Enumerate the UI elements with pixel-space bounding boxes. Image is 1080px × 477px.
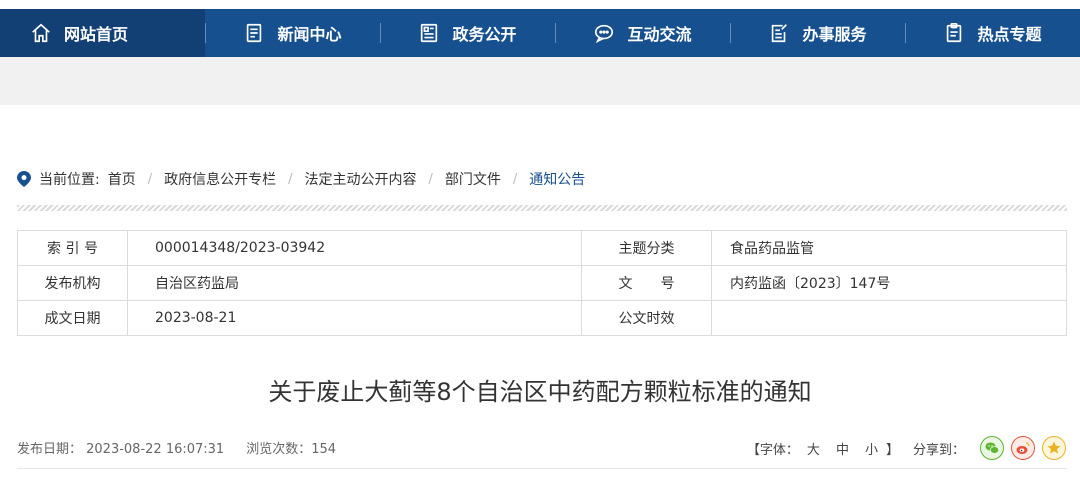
breadcrumb-department-docs[interactable]: 部门文件 <box>445 169 501 189</box>
nav-home[interactable]: 网站首页 <box>0 9 205 57</box>
news-icon <box>243 22 265 44</box>
edit-icon <box>768 22 790 44</box>
publish-date: 发布日期： 2023-08-22 16:07:31 <box>17 442 225 457</box>
publisher-label: 发布机构 <box>17 265 128 301</box>
validity-value <box>711 300 1067 336</box>
home-icon <box>30 22 52 44</box>
qzone-icon[interactable] <box>1042 436 1066 460</box>
breadcrumb-notices[interactable]: 通知公告 <box>529 169 585 189</box>
table-row: 成文日期 2023-08-21 公文时效 <box>17 300 1067 336</box>
nav-services[interactable]: 办事服务 <box>730 9 905 57</box>
nav-label: 热点专题 <box>977 25 1042 44</box>
nav-government-affairs[interactable]: 政务公开 <box>380 9 555 57</box>
font-size-prefix: 【字体： <box>746 442 799 458</box>
breadcrumb-separator: / <box>147 171 153 187</box>
banner-area <box>0 57 1080 105</box>
validity-label: 公文时效 <box>581 300 712 336</box>
written-date-value: 2023-08-21 <box>127 300 582 336</box>
article-tools: 【字体： 大 中 小 】 分享到： <box>747 436 1066 460</box>
divider-line <box>17 468 1067 469</box>
breadcrumb-separator: / <box>512 171 518 187</box>
document-number-label: 文 号 <box>581 265 712 301</box>
nav-label: 网站首页 <box>64 25 129 44</box>
index-number-label: 索 引 号 <box>17 230 128 266</box>
main-nav: 网站首页 新闻中心 政务公开 互动交流 办事服务 热点专题 <box>0 9 1080 57</box>
topic-category-label: 主题分类 <box>581 230 712 266</box>
document-icon <box>418 22 440 44</box>
publisher-value: 自治区药监局 <box>127 265 582 301</box>
weibo-icon[interactable] <box>1011 436 1035 460</box>
document-number-value: 内药监函〔2023〕147号 <box>711 265 1067 301</box>
breadcrumb-separator: / <box>288 171 293 187</box>
breadcrumb: 当前位置: 首页 / 政府信息公开专栏 / 法定主动公开内容 / 部门文件 / … <box>17 168 585 190</box>
wechat-icon[interactable] <box>980 436 1004 460</box>
article-meta: 发布日期： 2023-08-22 16:07:31 浏览次数：154 <box>17 438 336 457</box>
topic-category-value: 食品药品监管 <box>711 230 1067 266</box>
breadcrumb-home[interactable]: 首页 <box>108 169 136 189</box>
nav-label: 新闻中心 <box>277 25 342 44</box>
written-date-label: 成文日期 <box>17 300 128 336</box>
article-title: 关于废止大蓟等8个自治区中药配方颗粒标准的通知 <box>268 378 812 406</box>
font-size-control: 【字体： 大 中 小 】 <box>747 439 899 458</box>
divider-stripe <box>17 205 1067 211</box>
font-medium-button[interactable]: 中 <box>836 439 849 458</box>
clipboard-icon <box>943 22 965 44</box>
nav-news[interactable]: 新闻中心 <box>205 9 380 57</box>
chat-icon <box>593 22 615 44</box>
font-size-suffix: 】 <box>885 442 899 458</box>
nav-topics[interactable]: 热点专题 <box>905 9 1080 57</box>
font-small-button[interactable]: 小 <box>865 439 878 458</box>
breadcrumb-statutory[interactable]: 法定主动公开内容 <box>305 169 417 189</box>
share-label: 分享到： <box>912 442 965 458</box>
index-number-value: 000014348/2023-03942 <box>127 230 582 266</box>
view-count: 浏览次数：154 <box>246 442 337 457</box>
font-large-button[interactable]: 大 <box>807 439 820 458</box>
table-row: 索 引 号 000014348/2023-03942 主题分类 食品药品监管 <box>17 230 1067 266</box>
breadcrumb-separator: / <box>428 171 433 187</box>
breadcrumb-label: 当前位置: <box>39 172 100 188</box>
nav-label: 政务公开 <box>452 25 517 44</box>
table-row: 发布机构 自治区药监局 文 号 内药监函〔2023〕147号 <box>17 265 1067 301</box>
location-pin-icon <box>17 171 31 187</box>
breadcrumb-gov-info[interactable]: 政府信息公开专栏 <box>164 169 276 189</box>
nav-label: 互动交流 <box>627 25 692 44</box>
document-info-table: 索 引 号 000014348/2023-03942 主题分类 食品药品监管 发… <box>17 230 1067 336</box>
nav-interaction[interactable]: 互动交流 <box>555 9 730 57</box>
nav-label: 办事服务 <box>802 25 867 44</box>
